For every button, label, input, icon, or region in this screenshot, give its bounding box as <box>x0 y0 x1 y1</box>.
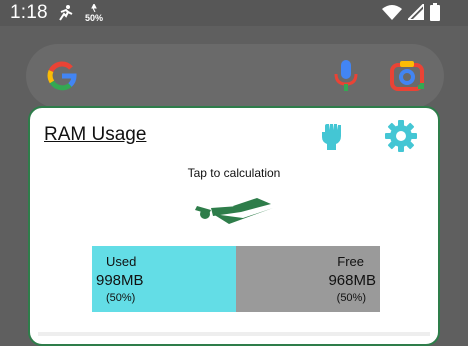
status-bar: 1:18 50% <box>0 0 468 26</box>
tap-to-calculate-label[interactable]: Tap to calculation <box>30 166 438 180</box>
divider <box>38 332 430 336</box>
fist-icon[interactable] <box>320 122 346 157</box>
battery-saver-icon: 50% <box>85 2 104 27</box>
free-value: 968MB <box>328 272 376 289</box>
free-segment: Free 968MB (50%) <box>236 246 380 312</box>
google-logo[interactable] <box>46 60 78 92</box>
used-value: 998MB <box>96 272 144 289</box>
lens-icon[interactable] <box>390 59 424 96</box>
wifi-icon <box>382 4 402 25</box>
ram-usage-widget[interactable]: RAM Usage Tap to calculation Used 998MB … <box>28 106 440 346</box>
status-icons-right <box>382 1 440 26</box>
running-icon <box>57 4 75 27</box>
used-label: Used <box>106 254 137 269</box>
running-person-icon[interactable] <box>193 194 277 233</box>
ram-usage-bar[interactable]: Used 998MB (50%) Free 968MB (50%) <box>92 246 380 312</box>
widget-title[interactable]: RAM Usage <box>44 124 146 146</box>
google-search-bar[interactable] <box>26 44 444 108</box>
signal-icon <box>405 1 425 25</box>
free-percent: (50%) <box>336 292 366 304</box>
used-segment: Used 998MB (50%) <box>92 246 236 312</box>
gear-icon[interactable] <box>384 119 418 158</box>
mic-icon[interactable] <box>332 58 360 97</box>
used-percent: (50%) <box>106 292 136 304</box>
status-icons-left: 50% <box>57 2 104 27</box>
battery-icon <box>430 3 440 26</box>
status-time: 1:18 <box>10 2 48 23</box>
free-label: Free <box>337 254 364 269</box>
battery-saver-label: 50% <box>85 13 104 23</box>
